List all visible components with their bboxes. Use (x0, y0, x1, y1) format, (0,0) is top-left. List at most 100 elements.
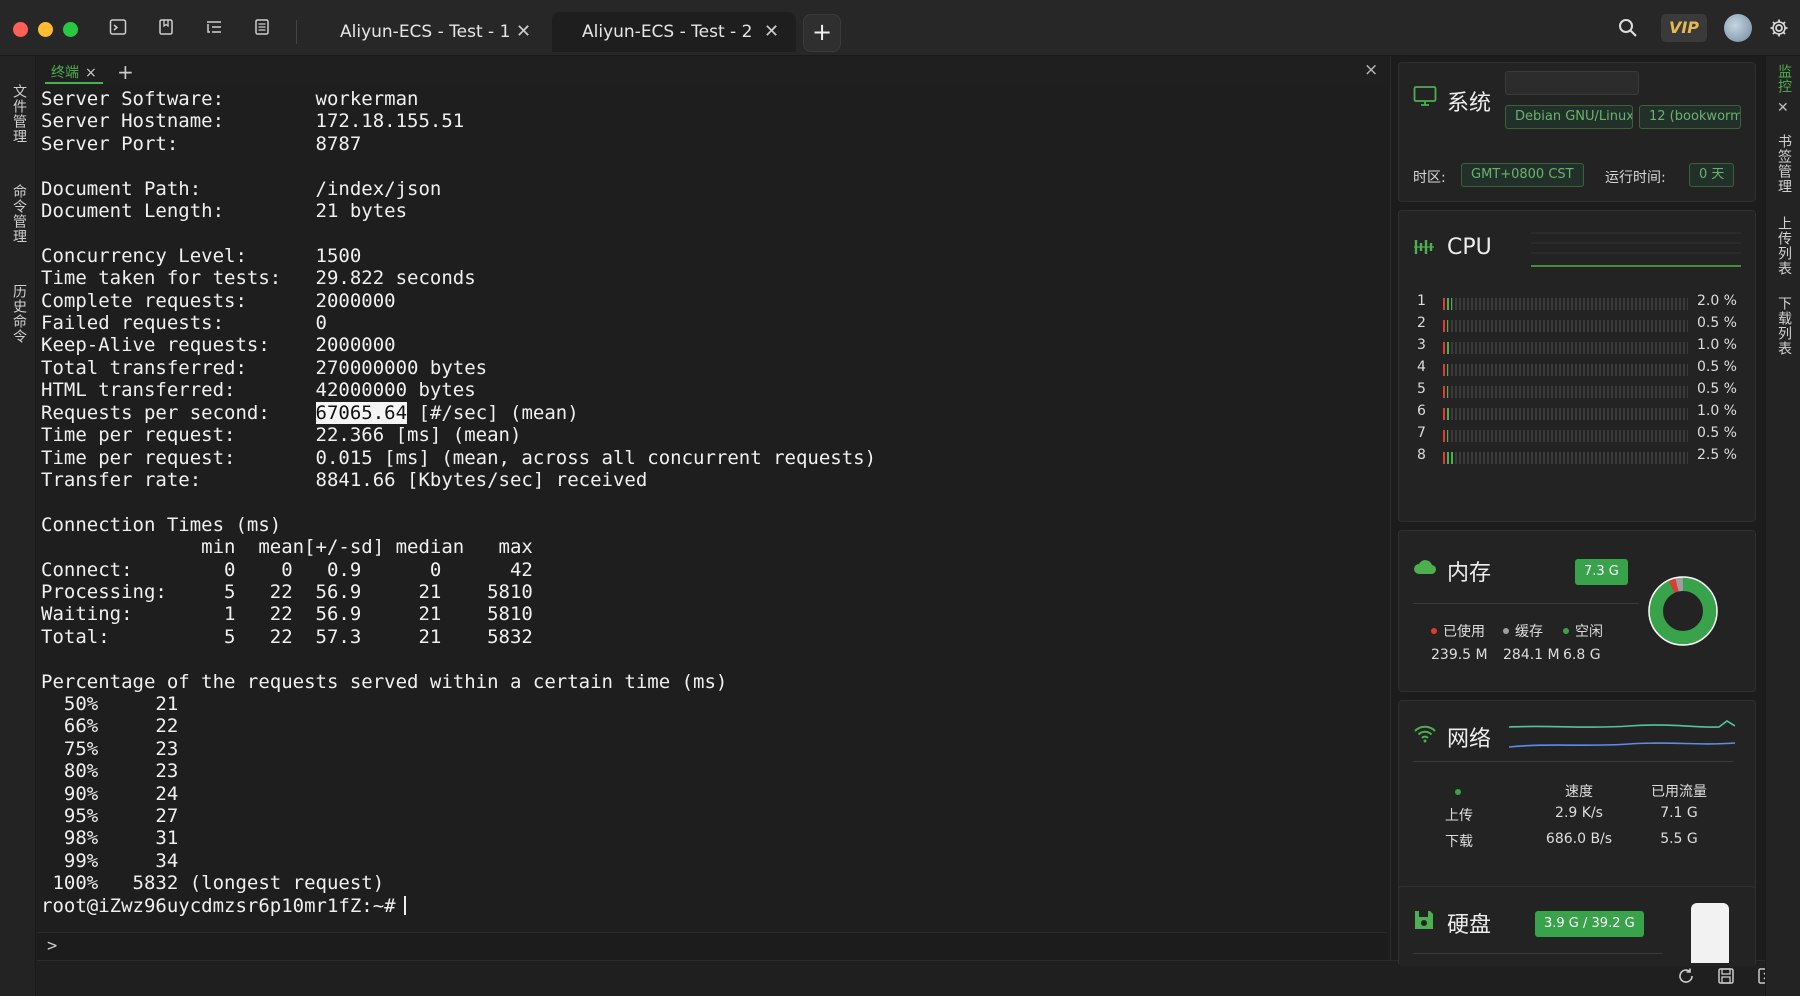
cpu-core-row: 5 0.5 % (1417, 381, 1757, 401)
cpu-core-row: 6 1.0 % (1417, 403, 1757, 423)
gear-icon[interactable] (1768, 18, 1790, 40)
cpu-core-row: 1 2.0 % (1417, 293, 1757, 313)
terminal-line: Connect: 0 0 0.9 0 42 (41, 558, 533, 581)
cpu-card: CPU 1 2.0 % 2 0.5 % 3 1.0 % 4 0.5 % 5 0.5 % 6 1.0 %… (1398, 210, 1756, 522)
speed-header: 速度 (1565, 784, 1593, 800)
tab-close-icon[interactable]: ✕ (516, 12, 531, 52)
terminal-line: Document Length: 21 bytes (41, 200, 408, 223)
bookmark-icon[interactable] (155, 18, 177, 40)
sidebar-item-upload-list[interactable]: 上传列表 (1774, 216, 1794, 276)
upload-speed: 2.9 K/s (1555, 805, 1603, 821)
sidebar-item-bookmarks[interactable]: 书签管理 (1774, 134, 1794, 194)
search-icon[interactable] (1617, 18, 1639, 40)
terminal-line: HTML transferred: 42000000 bytes (41, 379, 476, 402)
sidebar-item-file-manager[interactable]: 文件管理 (9, 84, 29, 144)
terminal-tab-label: 终端 (51, 65, 79, 81)
monitor-icon (1413, 85, 1437, 113)
refresh-icon[interactable] (1677, 967, 1695, 990)
memory-legend-value: 284.1 M (1503, 647, 1560, 663)
donut-slice (1649, 577, 1717, 645)
tab-aliyun-ecs-test-2[interactable]: Aliyun-ECS - Test - 2 ✕ (552, 12, 796, 52)
cpu-core-percent: 0.5 % (1696, 425, 1737, 441)
sidebar-item-command-manager[interactable]: 命令管理 (9, 184, 29, 244)
vip-badge[interactable]: VIP (1661, 14, 1707, 42)
terminal-line: Waiting: 1 22 56.9 21 5810 (41, 603, 533, 626)
server-list-icon[interactable] (251, 18, 273, 40)
cpu-core-marker (1443, 342, 1445, 354)
terminal-line: Keep-Alive requests: 2000000 (41, 334, 396, 357)
upload-used: 7.1 G (1660, 805, 1698, 821)
cpu-icon (1413, 237, 1435, 263)
network-history-chart (1509, 720, 1735, 748)
cpu-core-id: 7 (1417, 425, 1426, 441)
save-icon[interactable] (1717, 967, 1735, 990)
rps-prefix: Requests per second: (41, 401, 316, 424)
upload-label: 上传 (1445, 808, 1473, 824)
tab-aliyun-ecs-test-1[interactable]: Aliyun-ECS - Test - 1 ✕ (310, 12, 550, 52)
cpu-core-row: 8 2.5 % (1417, 447, 1757, 467)
wifi-icon (1413, 723, 1437, 749)
version-chip: 12 (bookworm) (1639, 105, 1741, 129)
cpu-core-bar (1443, 452, 1688, 464)
terminal-line: Time per request: 0.015 [ms] (mean, acro… (41, 446, 877, 469)
tab-terminal[interactable]: 终端 × (45, 62, 103, 84)
close-icon[interactable]: × (85, 65, 97, 81)
terminal-line: 95% 27 (41, 805, 179, 827)
terminal-tab-bar: 终端 × + × (37, 56, 1387, 86)
cpu-core-percent: 1.0 % (1696, 403, 1737, 419)
terminal-line: Percentage of the requests served within… (41, 670, 728, 693)
rps-value-selected: 67065.64 (315, 401, 408, 424)
new-tab-button[interactable]: + (803, 14, 841, 52)
cpu-core-id: 5 (1417, 381, 1426, 397)
cpu-title: CPU (1447, 235, 1492, 260)
timezone-label: 时区: (1413, 170, 1446, 186)
cpu-core-percent: 2.0 % (1696, 293, 1737, 309)
os-chip: Debian GNU/Linux (1505, 105, 1633, 129)
disk-icon (1413, 909, 1435, 937)
terminal-line: 90% 24 (41, 782, 179, 805)
cpu-core-bar (1443, 430, 1688, 442)
tab-close-icon[interactable]: ✕ (764, 12, 779, 52)
cpu-core-marker (1443, 364, 1445, 376)
download-speed: 686.0 B/s (1545, 831, 1613, 847)
cpu-core-percent: 2.5 % (1696, 447, 1737, 463)
network-divider (1413, 761, 1733, 762)
sidebar-item-history-commands[interactable]: 历史命令 (9, 284, 29, 344)
terminal-line: min mean[+/-sd] median max (41, 536, 533, 559)
tree-list-icon[interactable] (203, 18, 225, 40)
maximize-window-button[interactable] (63, 22, 78, 37)
minimize-window-button[interactable] (38, 22, 53, 37)
toolbar-divider (296, 20, 297, 44)
shell-prompt: root@iZwz96uycdmzsr6p10mr1fZ:~# (41, 894, 396, 917)
cpu-core-row: 4 0.5 % (1417, 359, 1757, 379)
terminal-line: Complete requests: 2000000 (41, 289, 396, 312)
terminal-icon[interactable] (107, 18, 129, 40)
monitor-panel: 系统 Debian GNU/Linux 12 (bookworm) 时区: GM… (1390, 56, 1765, 966)
terminal-rps-line: Requests per second: 67065.64 [#/sec] (m… (41, 401, 1381, 424)
sidebar-item-download-list[interactable]: 下载列表 (1774, 296, 1794, 356)
terminal-line: 50% 21 (41, 692, 179, 715)
close-panel-button[interactable]: × (1364, 60, 1378, 80)
terminal-line: 66% 22 (41, 715, 179, 738)
disk-usage-bar (1691, 903, 1729, 963)
avatar[interactable] (1724, 14, 1752, 42)
cpu-core-marker (1443, 386, 1445, 398)
used-header: 已用流量 (1651, 784, 1707, 800)
command-input[interactable]: > (37, 932, 1387, 960)
terminal-line: 80% 23 (41, 760, 179, 783)
memory-card: 内存 7.3 G 已使用 239.5 M 缓存 284.1 M 空闲 6.8 G (1398, 530, 1756, 692)
cpu-history-chart (1531, 232, 1741, 267)
terminal-output[interactable]: Server Software: workerman Server Hostnam… (41, 88, 1381, 928)
cpu-core-percent: 0.5 % (1696, 359, 1737, 375)
legend-dot (1431, 628, 1437, 634)
memory-legend-value: 6.8 G (1563, 647, 1601, 663)
hostname-redacted (1505, 71, 1639, 95)
terminal-line: Failed requests: 0 (41, 312, 327, 335)
timezone-chip: GMT+0800 CST (1461, 163, 1584, 187)
close-icon[interactable]: ✕ (1777, 100, 1789, 116)
sidebar-item-monitor[interactable]: 监控 (1774, 64, 1794, 94)
add-terminal-button[interactable]: + (117, 60, 134, 84)
close-window-button[interactable] (13, 22, 28, 37)
